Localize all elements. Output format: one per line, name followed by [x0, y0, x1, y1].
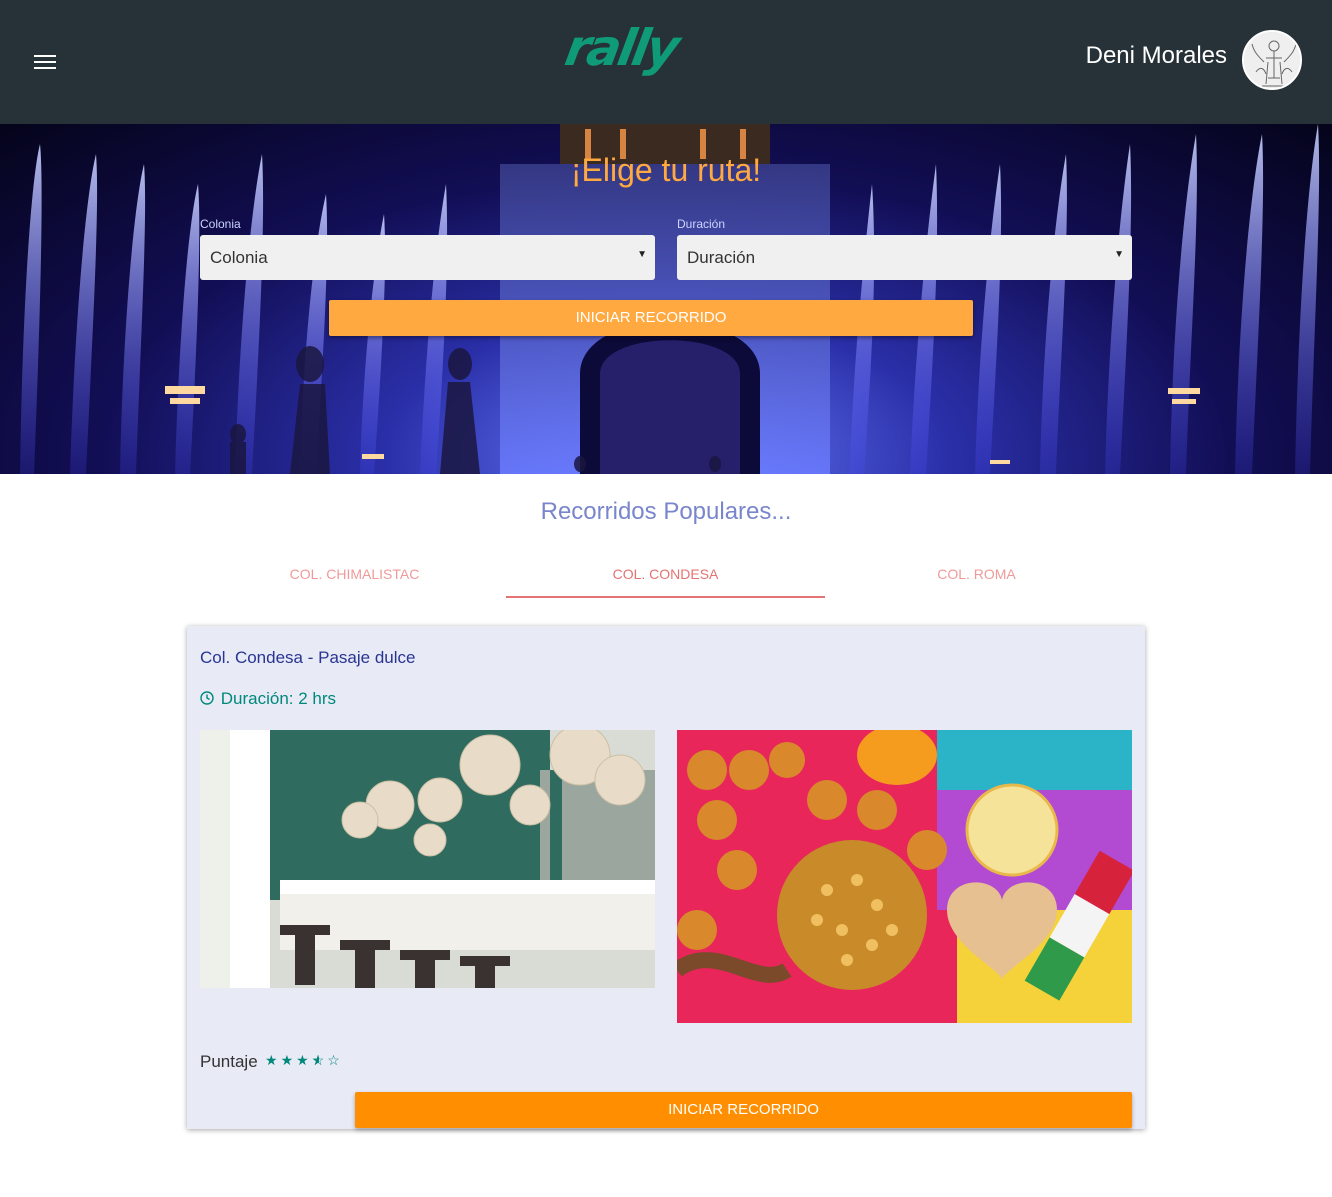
hero-title: ¡Elige tu ruta!: [570, 152, 762, 188]
colonia-label: Colonia: [200, 217, 241, 231]
app-logo[interactable]: rally: [561, 18, 696, 78]
star-empty-icon: ☆: [327, 1052, 343, 1068]
star-full-icon: ★: [280, 1052, 297, 1068]
score-label: Puntaje: [200, 1052, 258, 1071]
dropdown-arrow-icon: ▼: [1114, 249, 1124, 260]
avatar-illustration: [1244, 32, 1300, 88]
route-card: Col. Condesa - Pasaje dulce Duración: 2 …: [187, 626, 1145, 1129]
cafe-interior-image: [200, 730, 655, 988]
route-title: Col. Condesa - Pasaje dulce: [200, 648, 416, 667]
route-duration-text: Duración: 2 hrs: [220, 689, 337, 708]
star-full-icon: ★: [265, 1052, 281, 1068]
tab-condesa[interactable]: COL. CONDESA: [506, 566, 825, 598]
colonia-select-value: Colonia: [210, 248, 268, 267]
clock-icon: [200, 691, 214, 705]
mexican-sweets-image: [677, 730, 1132, 1023]
star-full-icon: ★: [296, 1052, 312, 1068]
duracion-select[interactable]: Duración ▼: [677, 235, 1132, 280]
duracion-label: Duración: [677, 217, 726, 231]
dropdown-arrow-icon: ▼: [637, 249, 647, 260]
user-name: Deni Morales: [1085, 42, 1227, 69]
tab-chimalistac[interactable]: COL. CHIMALISTAC: [195, 566, 514, 598]
menu-icon[interactable]: [34, 55, 56, 71]
rating-stars: ★★★★☆☆: [265, 1052, 343, 1069]
top-app-bar: rally Deni Morales: [0, 0, 1332, 124]
route-duration: Duración: 2 hrs: [200, 689, 336, 709]
popular-routes-title: Recorridos Populares...: [540, 498, 792, 525]
star-half-icon: ★☆: [311, 1052, 328, 1068]
colonia-select[interactable]: Colonia ▼: [200, 235, 655, 280]
duracion-select-value: Duración: [687, 248, 756, 267]
logo-text: rally: [560, 19, 682, 77]
hero-banner: ¡Elige tu ruta! Colonia Colonia ▼ Duraci…: [0, 124, 1332, 474]
tab-roma[interactable]: COL. ROMA: [817, 566, 1136, 598]
start-route-button[interactable]: INICIAR RECORRIDO: [329, 300, 973, 336]
start-route-card-button[interactable]: INICIAR RECORRIDO: [355, 1092, 1132, 1128]
user-avatar[interactable]: [1242, 30, 1302, 90]
